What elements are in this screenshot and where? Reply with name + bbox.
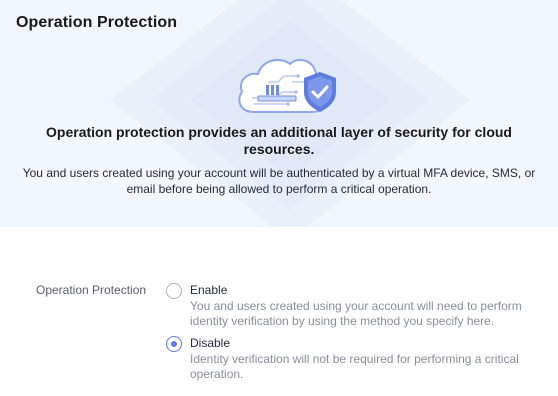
radio-selected-dot — [171, 341, 177, 347]
disable-radio-label[interactable]: Disable — [190, 336, 230, 351]
panel-title: Operation Protection — [16, 14, 178, 31]
intro-banner: Operation Protection Operation protectio… — [0, 0, 558, 227]
disable-option-hint: Identity verification will not be requir… — [190, 352, 519, 381]
enable-radio-label[interactable]: Enable — [190, 283, 227, 298]
banner-headline: Operation protection provides an additio… — [46, 124, 512, 157]
enable-radio-button[interactable] — [166, 283, 182, 299]
operation-protection-label: Operation Protection — [36, 283, 147, 297]
banner-description: You and users created using your account… — [22, 166, 536, 196]
cloud-shield-check-icon — [238, 58, 336, 113]
enable-option-hint: You and users created using your account… — [190, 299, 522, 328]
disable-radio-button[interactable] — [166, 336, 182, 352]
